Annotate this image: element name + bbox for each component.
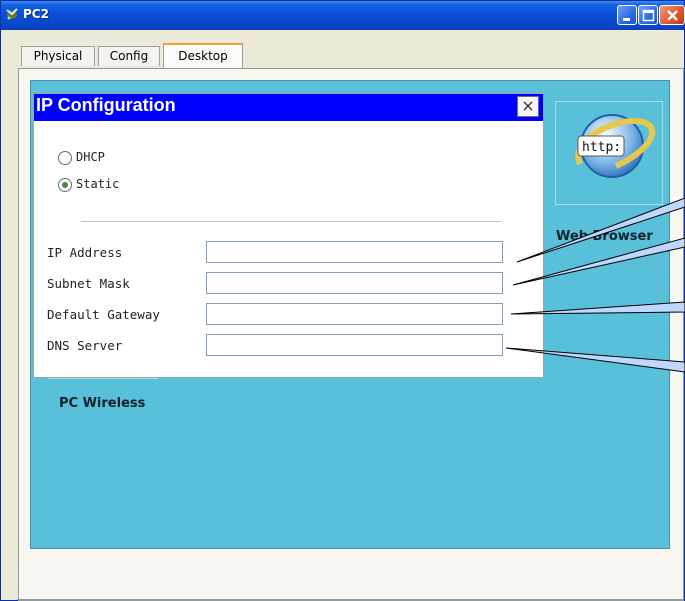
dialog-title: IP Configuration	[36, 95, 176, 115]
radio-dot	[62, 182, 68, 188]
default-gateway-input[interactable]	[206, 303, 503, 325]
ip-address-label: IP Address	[47, 245, 123, 260]
dns-server-label: DNS Server	[47, 338, 123, 353]
separator	[81, 221, 501, 222]
maximize-button[interactable]	[638, 5, 658, 25]
default-gateway-label: Default Gateway	[47, 307, 160, 322]
subnet-mask-input[interactable]	[206, 272, 503, 294]
static-label: Static	[76, 177, 120, 191]
close-icon	[523, 101, 533, 111]
tab-desktop[interactable]: Desktop	[163, 43, 243, 69]
dialog-titlebar[interactable]: IP Configuration	[34, 94, 543, 121]
web-browser-label[interactable]: Web Browser	[556, 229, 653, 244]
tab-config[interactable]: Config	[98, 46, 160, 66]
tab-strip: Physical Config Desktop	[1, 30, 684, 69]
minimize-icon	[623, 18, 630, 21]
ip-configuration-dialog: IP Configuration DHCP Static IP Address …	[33, 93, 544, 378]
web-browser-icon: http:	[575, 114, 656, 178]
pc-wireless-label[interactable]: PC Wireless	[59, 396, 145, 411]
close-button[interactable]	[659, 5, 685, 25]
radio-circle-selected[interactable]	[58, 178, 72, 192]
window-titlebar[interactable]: PC2	[1, 1, 685, 30]
packet-tracer-icon	[6, 8, 18, 20]
tab-physical[interactable]: Physical	[21, 46, 95, 66]
radio-circle[interactable]	[58, 151, 72, 165]
web-browser-tile[interactable]: http:	[555, 101, 663, 205]
panel-bottom-edge	[17, 599, 683, 600]
close-icon	[667, 10, 678, 21]
http-badge: http:	[582, 140, 621, 155]
ip-address-input[interactable]	[206, 241, 503, 263]
maximize-icon	[642, 9, 655, 22]
dns-server-input[interactable]	[206, 334, 503, 356]
dialog-body: DHCP Static IP Address Subnet Mask Defau…	[34, 121, 543, 377]
dialog-close-button[interactable]	[517, 96, 539, 117]
window-title: PC2	[23, 7, 49, 21]
dhcp-label: DHCP	[76, 150, 105, 164]
minimize-button[interactable]	[617, 5, 637, 25]
subnet-mask-label: Subnet Mask	[47, 276, 130, 291]
